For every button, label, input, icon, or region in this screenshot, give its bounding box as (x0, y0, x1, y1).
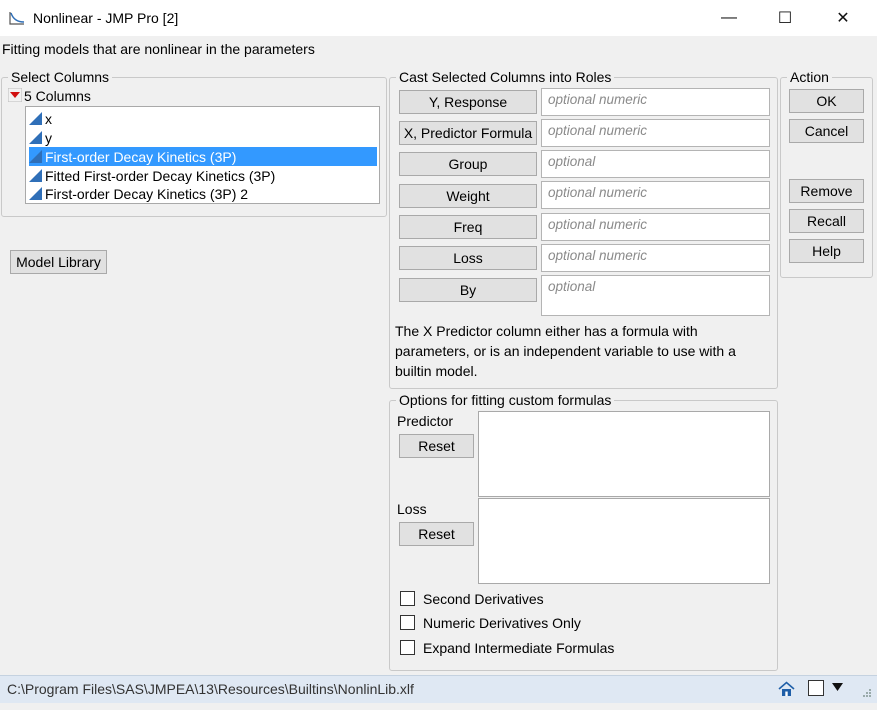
weight-role-button[interactable]: Weight (399, 184, 537, 208)
column-item-y[interactable]: y (29, 128, 52, 147)
expand-intermediate-formulas-label: Expand Intermediate Formulas (423, 640, 615, 656)
freq-role-field[interactable]: optional numeric (541, 213, 770, 241)
group-role-button[interactable]: Group (399, 152, 537, 176)
y-response-role-field[interactable]: optional numeric (541, 88, 770, 116)
select-columns-legend: Select Columns (11, 69, 110, 85)
loss-role-button[interactable]: Loss (399, 246, 537, 270)
by-role-field[interactable]: optional (541, 275, 770, 316)
continuous-column-icon (29, 169, 42, 182)
y-response-role-button[interactable]: Y, Response (399, 90, 537, 114)
action-legend: Action (790, 69, 829, 85)
dropdown-arrow-icon[interactable] (832, 683, 843, 692)
continuous-column-icon (29, 150, 42, 163)
continuous-column-icon (29, 112, 42, 125)
column-item-fitted-first-order-decay-kinetics-3p[interactable]: Fitted First-order Decay Kinetics (3P) (29, 166, 275, 185)
maximize-button[interactable]: ☐ (756, 0, 814, 36)
window-title: Nonlinear - JMP Pro [2] (33, 10, 179, 26)
minimize-button[interactable]: — (700, 0, 758, 36)
x-predictor-formula-role-button[interactable]: X, Predictor Formula (399, 121, 537, 145)
nonlinear-app-icon (9, 12, 25, 25)
x-predictor-note: The X Predictor column either has a form… (395, 323, 736, 379)
group-role-field[interactable]: optional (541, 150, 770, 178)
column-item-x[interactable]: x (29, 109, 52, 128)
weight-role-field[interactable]: optional numeric (541, 181, 770, 209)
recall-button[interactable]: Recall (789, 209, 864, 233)
window-list-icon[interactable] (808, 680, 824, 696)
remove-button[interactable]: Remove (789, 179, 864, 203)
loss-reset-button[interactable]: Reset (399, 522, 474, 546)
custom-formula-options-legend: Options for fitting custom formulas (399, 392, 612, 408)
status-path: C:\Program Files\SAS\JMPEA\13\Resources\… (7, 681, 414, 697)
column-name: First-order Decay Kinetics (3P) 2 (45, 185, 249, 202)
title-bar[interactable]: Nonlinear - JMP Pro [2] — ☐ ✕ (0, 0, 877, 36)
ok-button[interactable]: OK (789, 89, 864, 113)
predictor-formula-box[interactable] (478, 411, 770, 497)
cancel-button[interactable]: Cancel (789, 119, 864, 143)
expand-intermediate-formulas-checkbox[interactable] (400, 640, 415, 655)
close-button[interactable]: ✕ (814, 0, 872, 36)
predictor-reset-button[interactable]: Reset (399, 434, 474, 458)
column-count-label: 5 Columns (24, 88, 91, 104)
continuous-column-icon (29, 187, 42, 200)
column-list[interactable]: x y First-order Decay Kinetics (3P) Fitt… (25, 106, 380, 204)
loss-formula-box[interactable] (478, 498, 770, 584)
model-library-button[interactable]: Model Library (10, 250, 107, 274)
help-button[interactable]: Help (789, 239, 864, 263)
red-triangle-menu-icon[interactable] (8, 88, 22, 102)
second-derivatives-checkbox[interactable] (400, 591, 415, 606)
loss-label: Loss (397, 501, 427, 517)
column-item-first-order-decay-kinetics-3p[interactable]: First-order Decay Kinetics (3P) (29, 147, 377, 166)
freq-role-button[interactable]: Freq (399, 215, 537, 239)
cast-roles-legend: Cast Selected Columns into Roles (399, 69, 612, 85)
home-icon[interactable] (778, 681, 795, 697)
by-role-button[interactable]: By (399, 278, 537, 302)
predictor-label: Predictor (397, 413, 454, 429)
numeric-derivatives-only-label: Numeric Derivatives Only (423, 615, 581, 631)
second-derivatives-label: Second Derivatives (423, 591, 544, 607)
numeric-derivatives-only-checkbox[interactable] (400, 615, 415, 630)
column-name: x (45, 110, 52, 127)
dialog-subtitle: Fitting models that are nonlinear in the… (2, 41, 315, 57)
x-predictor-formula-role-field[interactable]: optional numeric (541, 119, 770, 147)
resize-grip-icon[interactable] (860, 688, 872, 700)
column-name: y (45, 129, 52, 146)
column-item-first-order-decay-kinetics-3p-2[interactable]: First-order Decay Kinetics (3P) 2 (29, 184, 248, 203)
status-bar: C:\Program Files\SAS\JMPEA\13\Resources\… (0, 675, 877, 703)
continuous-column-icon (29, 131, 42, 144)
loss-role-field[interactable]: optional numeric (541, 244, 770, 272)
column-name: First-order Decay Kinetics (3P) (45, 148, 237, 165)
column-name: Fitted First-order Decay Kinetics (3P) (45, 167, 276, 184)
